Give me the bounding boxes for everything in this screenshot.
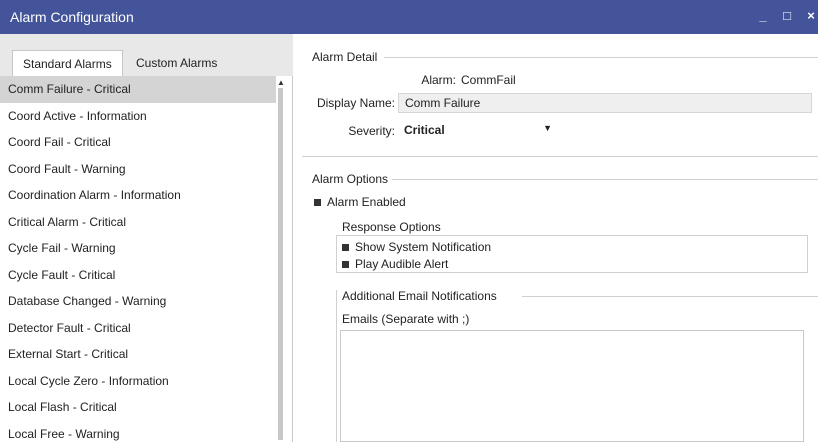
play-alert-label: Play Audible Alert	[355, 257, 449, 271]
severity-label: Severity:	[348, 124, 395, 138]
close-icon[interactable]: ×	[804, 7, 818, 23]
alarm-list-scrollbar[interactable]: ▲	[276, 76, 286, 442]
divider	[302, 156, 818, 157]
play-alert-checkbox[interactable]: Play Audible Alert	[342, 257, 448, 271]
alarm-list: Comm Failure - Critical Coord Active - I…	[0, 76, 276, 442]
list-item[interactable]: Coord Active - Information	[0, 103, 276, 130]
alarm-enabled-label: Alarm Enabled	[327, 195, 406, 209]
list-item[interactable]: Coord Fail - Critical	[0, 129, 276, 156]
list-item[interactable]: Coord Fault - Warning	[0, 156, 276, 183]
email-notifications-title: Additional Email Notifications	[342, 289, 497, 303]
alarm-enabled-checkbox[interactable]: Alarm Enabled	[314, 195, 406, 209]
divider	[336, 290, 337, 442]
checkbox-checked-icon	[342, 243, 349, 251]
list-item[interactable]: Cycle Fail - Warning	[0, 235, 276, 262]
list-item[interactable]: Database Changed - Warning	[0, 288, 276, 315]
tab-custom-alarms[interactable]: Custom Alarms	[126, 50, 227, 76]
alarm-value: CommFail	[461, 73, 516, 87]
list-item[interactable]: Comm Failure - Critical	[0, 76, 276, 103]
list-item[interactable]: Local Free - Warning	[0, 421, 276, 442]
emails-input[interactable]	[340, 330, 804, 442]
list-item[interactable]: Local Flash - Critical	[0, 394, 276, 421]
show-notification-label: Show System Notification	[355, 240, 492, 254]
checkbox-checked-icon	[314, 198, 321, 206]
alarm-detail-panel: Alarm Detail Alarm: CommFail Display Nam…	[294, 34, 818, 442]
list-item[interactable]: External Start - Critical	[0, 341, 276, 368]
alarm-detail-title: Alarm Detail	[312, 50, 378, 64]
list-item[interactable]: Coordination Alarm - Information	[0, 182, 276, 209]
alarm-list-panel: Standard Alarms Custom Alarms Comm Failu…	[0, 34, 293, 442]
window-title: Alarm Configuration	[10, 9, 134, 25]
list-item[interactable]: Cycle Fault - Critical	[0, 262, 276, 289]
list-item[interactable]: Detector Fault - Critical	[0, 315, 276, 342]
list-item[interactable]: Critical Alarm - Critical	[0, 209, 276, 236]
alarm-tabs: Standard Alarms Custom Alarms	[0, 34, 293, 76]
display-name-label: Display Name:	[316, 96, 395, 110]
divider	[384, 57, 818, 58]
emails-label: Emails (Separate with ;)	[342, 312, 470, 326]
severity-select[interactable]: Critical ▼	[398, 121, 558, 141]
title-bar: Alarm Configuration _ □ ×	[0, 0, 818, 34]
tab-standard-alarms[interactable]: Standard Alarms	[12, 50, 123, 76]
scroll-thumb[interactable]	[278, 88, 283, 440]
display-name-field[interactable]: Comm Failure	[398, 93, 812, 113]
window-controls: _ □ ×	[756, 7, 818, 23]
severity-value: Critical	[404, 123, 445, 137]
list-item[interactable]: Local Cycle Zero - Information	[0, 368, 276, 395]
show-notification-checkbox[interactable]: Show System Notification	[342, 240, 491, 254]
response-options-title: Response Options	[342, 220, 441, 234]
divider	[522, 296, 818, 297]
checkbox-checked-icon	[342, 260, 349, 268]
scroll-up-icon[interactable]: ▲	[277, 78, 285, 87]
alarm-options-title: Alarm Options	[312, 172, 389, 186]
divider	[392, 179, 818, 180]
alarm-label: Alarm:	[421, 73, 456, 87]
minimize-icon[interactable]: _	[756, 7, 770, 23]
chevron-down-icon: ▼	[543, 123, 552, 133]
maximize-icon[interactable]: □	[780, 7, 794, 23]
